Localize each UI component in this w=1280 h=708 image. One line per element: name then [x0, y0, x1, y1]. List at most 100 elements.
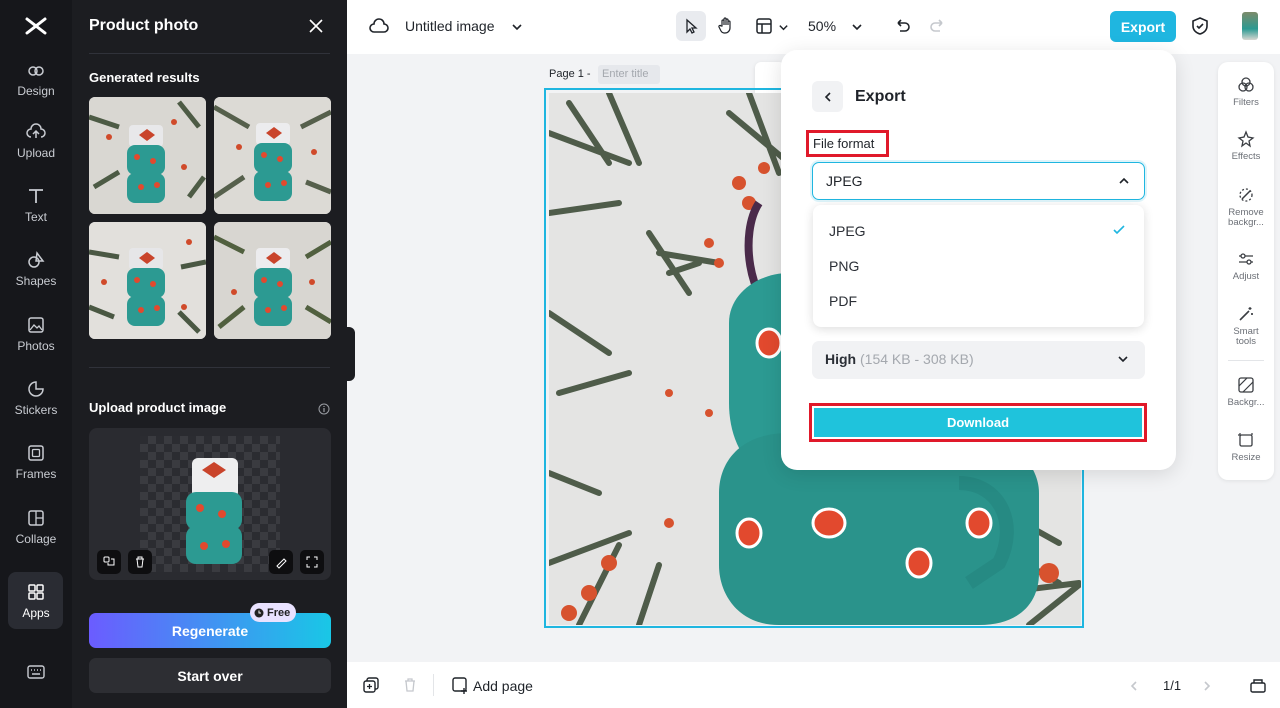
undo-icon[interactable] [893, 17, 911, 35]
divider [433, 674, 434, 696]
uploaded-product-preview[interactable] [89, 428, 331, 580]
cursor-icon [686, 18, 698, 34]
generated-result-thumbnail[interactable] [89, 222, 206, 339]
tool-filters[interactable]: Filters [1218, 76, 1274, 108]
resize-icon [1238, 433, 1253, 447]
replace-image-icon[interactable] [97, 550, 121, 574]
regenerate-button[interactable]: Regenerate [89, 613, 331, 648]
hand-tool-icon[interactable] [717, 17, 735, 35]
product-photo-panel: Product photo Generated results Upload p… [72, 0, 347, 708]
redo-icon[interactable] [929, 17, 947, 35]
filters-icon [1238, 77, 1254, 92]
close-icon[interactable] [308, 18, 324, 34]
tool-smart-tools[interactable]: Smart tools [1218, 305, 1274, 347]
format-option-png[interactable]: PNG [829, 258, 859, 274]
tool-remove-background[interactable]: Remove backgr... [1218, 186, 1274, 228]
delete-page-icon[interactable] [402, 677, 418, 693]
rail-label: Collage [15, 532, 57, 546]
file-format-value: JPEG [826, 173, 863, 189]
page-title-input[interactable]: Enter title [598, 65, 660, 84]
chevron-down-icon [1118, 356, 1128, 363]
shield-icon[interactable] [1191, 16, 1209, 36]
rail-label: Apps [22, 606, 50, 620]
clock-icon [254, 608, 264, 617]
adjust-icon [1239, 253, 1253, 265]
rail-label: Shapes [15, 274, 57, 288]
chevron-down-icon[interactable] [851, 20, 863, 32]
tool-label: Adjust [1232, 271, 1260, 282]
generated-result-thumbnail[interactable] [89, 97, 206, 214]
pages-panel-icon[interactable] [1249, 676, 1267, 694]
tool-adjust[interactable]: Adjust [1218, 250, 1274, 282]
select-tool-button[interactable] [676, 11, 706, 41]
rail-item-upload[interactable]: Upload [0, 122, 72, 182]
chevron-down-icon[interactable] [778, 20, 789, 31]
zoom-level[interactable]: 50% [808, 18, 836, 34]
divider [89, 53, 330, 54]
tool-label: Filters [1233, 97, 1259, 108]
rail-item-photos[interactable]: Photos [0, 315, 72, 375]
duplicate-page-icon[interactable] [363, 677, 379, 693]
layout-icon[interactable] [755, 17, 773, 35]
tool-resize[interactable]: Resize [1218, 431, 1274, 463]
next-page-icon[interactable] [1201, 679, 1213, 691]
chevron-left-icon [824, 91, 831, 102]
delete-icon[interactable] [128, 550, 152, 574]
rail-item-frames[interactable]: Frames [0, 443, 72, 503]
back-button[interactable] [812, 81, 843, 112]
check-icon [1113, 225, 1125, 235]
add-page-label[interactable]: Add page [473, 678, 533, 694]
photos-icon [28, 317, 44, 333]
page-counter: 1/1 [1163, 678, 1182, 693]
frames-icon [28, 445, 44, 461]
download-highlight: Download [809, 403, 1147, 442]
export-panel: Export File format JPEG High (154 KB - 3… [781, 50, 1176, 470]
document-title[interactable]: Untitled image [405, 18, 495, 34]
rail-item-text[interactable]: Text [0, 186, 72, 246]
export-panel-title: Export [855, 88, 906, 105]
rail-item-design[interactable]: Design [0, 60, 72, 120]
previous-page-icon[interactable] [1128, 679, 1140, 691]
divider [1228, 360, 1264, 361]
format-option-pdf[interactable]: PDF [829, 293, 857, 309]
panel-title: Product photo [89, 17, 199, 34]
crop-icon[interactable] [300, 550, 324, 574]
stickers-icon [28, 381, 44, 397]
divider [89, 367, 330, 368]
rail-item-collage[interactable]: Collage [0, 508, 72, 568]
add-page-icon[interactable] [451, 676, 469, 694]
tool-label: Backgr... [1227, 397, 1265, 408]
quality-select[interactable]: High (154 KB - 308 KB) [812, 341, 1145, 379]
avatar[interactable] [1242, 12, 1258, 40]
tool-effects[interactable]: Effects [1218, 130, 1274, 162]
upload-icon [26, 123, 46, 138]
file-format-select[interactable]: JPEG [812, 162, 1145, 200]
rail-item-apps[interactable]: Apps [0, 582, 72, 642]
rail-label: Upload [16, 146, 56, 160]
free-badge: Free [250, 603, 297, 622]
design-icon [28, 66, 44, 76]
export-button[interactable]: Export [1110, 11, 1176, 42]
download-button[interactable]: Download [814, 408, 1142, 437]
panel-collapse-handle[interactable] [347, 327, 355, 381]
rail-item-shapes[interactable]: Shapes [0, 250, 72, 310]
cloud-save-icon[interactable] [369, 17, 389, 35]
start-over-label: Start over [177, 667, 243, 684]
keyboard-icon[interactable] [26, 662, 46, 682]
format-option-jpeg[interactable]: JPEG [829, 223, 866, 239]
text-icon [29, 189, 43, 203]
tool-background[interactable]: Backgr... [1218, 376, 1274, 408]
start-over-button[interactable]: Start over [89, 658, 331, 693]
rail-item-stickers[interactable]: Stickers [0, 379, 72, 439]
generated-result-thumbnail[interactable] [214, 97, 331, 214]
page-title-placeholder: Enter title [602, 68, 649, 80]
apps-icon [28, 584, 44, 600]
tool-label: Effects [1231, 151, 1261, 162]
chevron-down-icon[interactable] [511, 20, 523, 32]
info-icon[interactable] [318, 402, 330, 415]
generated-result-thumbnail[interactable] [214, 222, 331, 339]
free-badge-label: Free [267, 606, 291, 619]
tool-label: Smart tools [1233, 326, 1259, 347]
background-icon [1238, 377, 1254, 393]
edit-cutout-icon[interactable] [269, 550, 293, 574]
